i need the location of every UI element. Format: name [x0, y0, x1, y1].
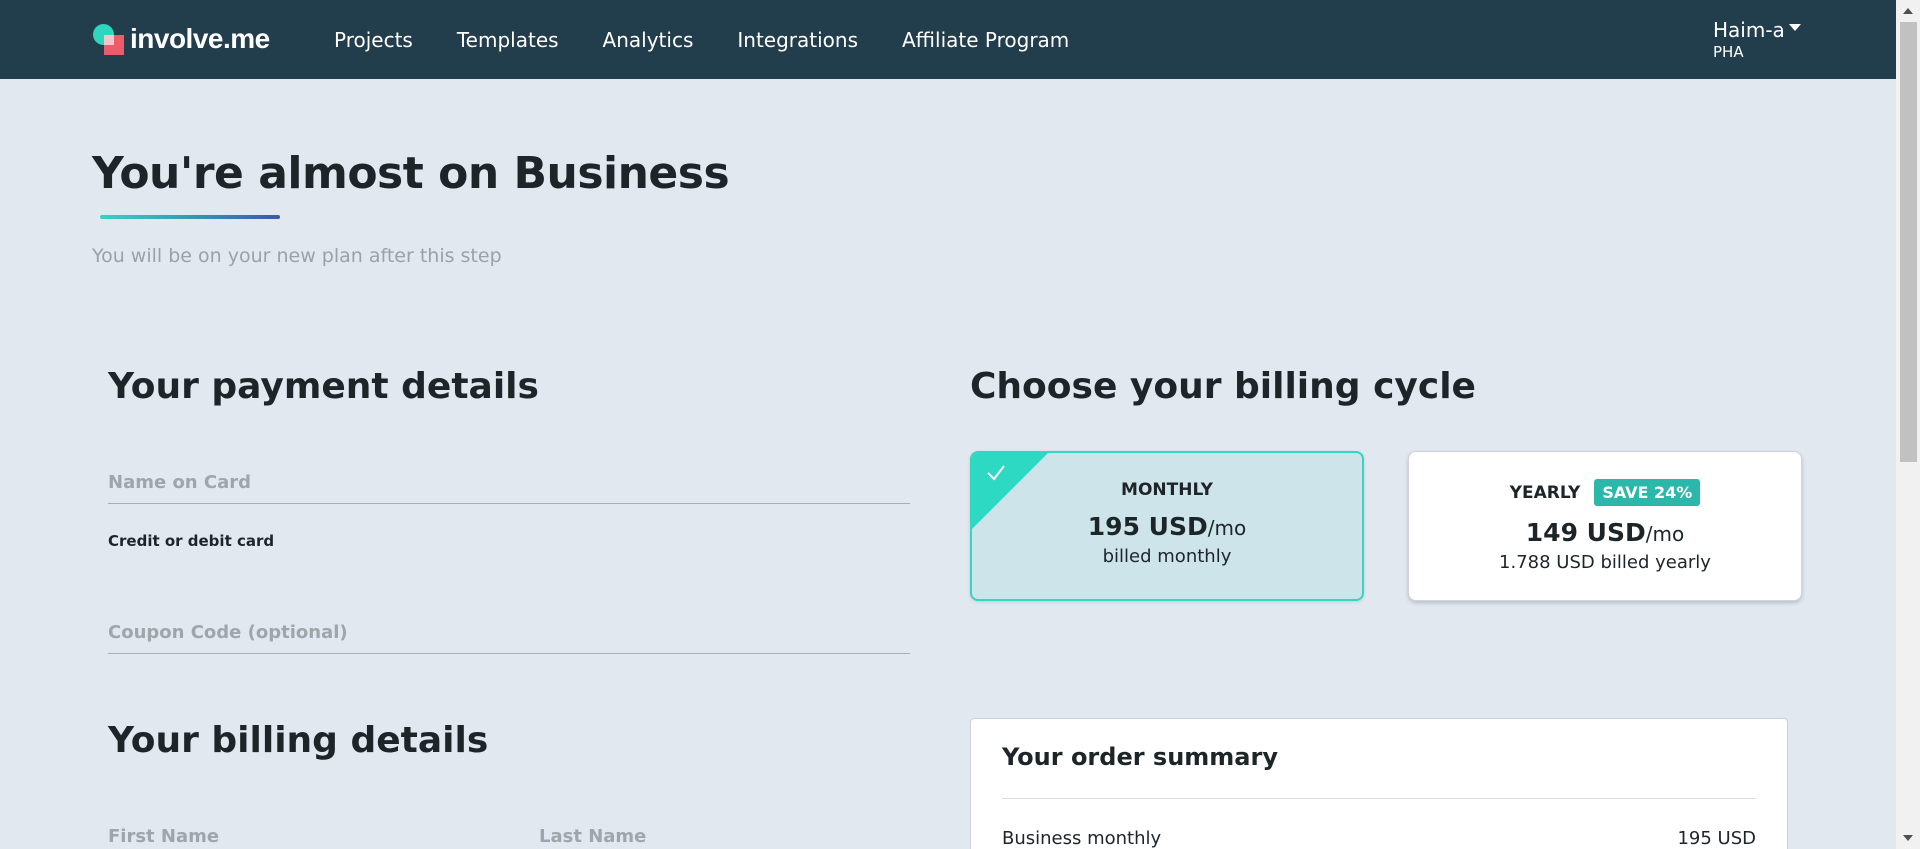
- last-name-field[interactable]: Last Name: [539, 818, 910, 849]
- divider: [1002, 798, 1756, 799]
- chevron-down-icon: [1788, 23, 1801, 31]
- name-on-card-field[interactable]: Name on Card: [108, 464, 910, 504]
- nav-item-templates[interactable]: Templates: [457, 28, 559, 52]
- brand-name: involve.me: [130, 23, 270, 54]
- user-organization: PHA: [1713, 43, 1744, 61]
- nav-item-projects[interactable]: Projects: [334, 28, 413, 52]
- plan-price: 149 USD: [1525, 518, 1646, 547]
- page-title: You're almost on Business: [92, 148, 730, 199]
- main-nav: Projects Templates Analytics Integration…: [334, 0, 1069, 79]
- nav-item-integrations[interactable]: Integrations: [737, 28, 858, 52]
- plan-name: YEARLY: [1509, 482, 1581, 503]
- name-on-card-placeholder: Name on Card: [108, 472, 252, 493]
- logo-mark-icon: [92, 22, 126, 56]
- user-menu[interactable]: Haim-a PHA: [1713, 18, 1801, 61]
- plan-billing-note: billed monthly: [1102, 546, 1232, 567]
- payment-details-title: Your payment details: [108, 366, 539, 407]
- scroll-up-arrow-icon[interactable]: [1896, 0, 1920, 22]
- scrollbar-thumb[interactable]: [1900, 22, 1917, 462]
- check-icon: [987, 465, 1005, 481]
- scroll-down-arrow-icon[interactable]: [1896, 827, 1920, 849]
- last-name-placeholder: Last Name: [539, 826, 647, 847]
- billing-details-title: Your billing details: [108, 720, 489, 761]
- plan-price-unit: /mo: [1207, 516, 1247, 540]
- nav-item-analytics[interactable]: Analytics: [603, 28, 694, 52]
- coupon-code-field[interactable]: Coupon Code (optional): [108, 614, 910, 654]
- selected-corner-marker: [972, 453, 1048, 529]
- brand-logo[interactable]: involve.me: [92, 22, 270, 56]
- plan-option-yearly[interactable]: YEARLY SAVE 24% 149 USD/mo 1.788 USD bil…: [1408, 451, 1802, 601]
- user-name: Haim-a: [1713, 18, 1785, 42]
- order-summary-row: Business monthly 195 USD: [1002, 828, 1756, 849]
- order-item-label: Business monthly: [1002, 828, 1162, 849]
- plan-billing-note: 1.788 USD billed yearly: [1499, 552, 1711, 573]
- plan-name: MONTHLY: [1121, 480, 1213, 500]
- order-item-value: 195 USD: [1677, 828, 1756, 849]
- plan-price: 195 USD: [1087, 512, 1208, 541]
- first-name-placeholder: First Name: [108, 826, 220, 847]
- page-subtitle: You will be on your new plan after this …: [92, 245, 502, 267]
- title-underline: [100, 215, 280, 219]
- first-name-field[interactable]: First Name: [108, 818, 508, 849]
- card-input-label: Credit or debit card: [108, 532, 275, 550]
- nav-item-affiliate-program[interactable]: Affiliate Program: [902, 28, 1069, 52]
- order-summary-card: Your order summary Business monthly 195 …: [970, 718, 1788, 849]
- top-navigation-bar: involve.me Projects Templates Analytics …: [0, 0, 1896, 79]
- coupon-code-placeholder: Coupon Code (optional): [108, 622, 348, 643]
- plan-option-monthly[interactable]: MONTHLY 195 USD/mo billed monthly: [970, 451, 1364, 601]
- plan-price-unit: /mo: [1645, 522, 1685, 546]
- order-summary-title: Your order summary: [1002, 743, 1278, 771]
- billing-cycle-title: Choose your billing cycle: [970, 366, 1476, 407]
- page-scrollbar[interactable]: [1896, 0, 1920, 849]
- savings-badge: SAVE 24%: [1594, 479, 1701, 506]
